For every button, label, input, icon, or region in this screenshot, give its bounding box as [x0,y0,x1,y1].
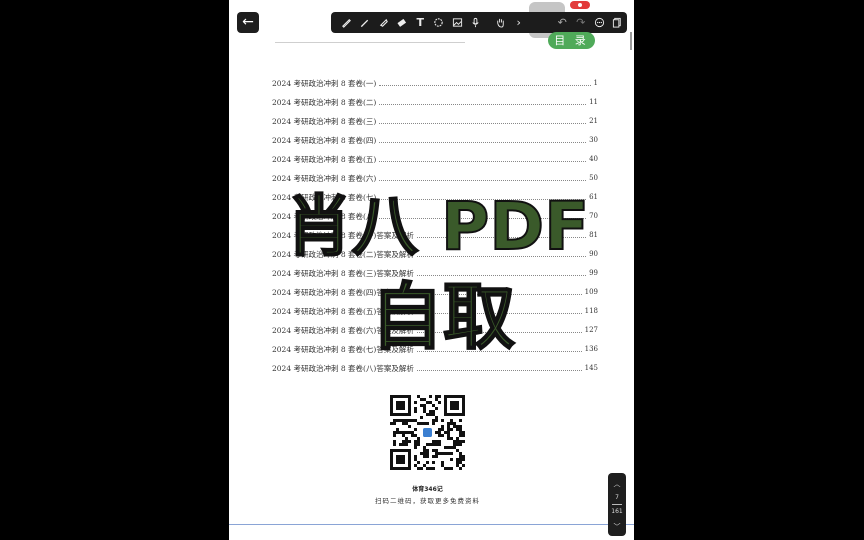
text-icon[interactable]: T [411,13,430,32]
annotation-toolbar: T › ↶ ↷ [331,12,627,33]
pages-icon[interactable] [609,13,628,32]
toc-leader-dots [379,99,587,105]
toc-entry-page: 61 [589,193,598,201]
toc-entry-title: 2024 考研政治冲刺 8 套卷(三) [272,116,377,126]
toc-entry-page: 136 [584,345,598,353]
toc-entry-page: 118 [584,307,598,315]
pen-icon[interactable] [337,13,356,32]
toc-entry-page: 11 [589,98,598,106]
toc-leader-dots [379,175,587,181]
page-bottom-rule [229,524,634,525]
hand-icon[interactable] [491,13,510,32]
watermark-line-1: 肖八 PDF [285,187,590,266]
toc-entry-page: 127 [584,326,598,334]
pencil-icon[interactable] [356,13,375,32]
pdf-viewer: ← T › ↶ ↷ 目 录 2024 考研政治冲刺 8 套卷(一) 1 2024… [0,0,864,540]
toc-entry-page: 30 [589,136,598,144]
toc-entry[interactable]: 2024 考研政治冲刺 8 套卷(一) 1 [272,76,598,90]
redo-icon[interactable]: ↷ [572,13,591,32]
page-down-icon[interactable]: ﹀ [608,522,626,532]
toc-entry-title: 2024 考研政治冲刺 8 套卷(四) [272,135,377,145]
watermark-line-2: 自取 [370,275,516,359]
chevron-right-icon[interactable]: › [510,13,529,32]
toc-entry[interactable]: 2024 考研政治冲刺 8 套卷(四) 30 [272,133,598,147]
toc-entry-page: 21 [589,117,598,125]
record-indicator[interactable] [570,1,590,9]
toc-leader-dots [379,118,587,124]
header-rule [275,42,465,43]
eraser-icon[interactable] [393,13,412,32]
undo-icon[interactable]: ↶ [553,13,572,32]
toc-entry-page: 81 [589,231,598,239]
toc-entry-title: 2024 考研政治冲刺 8 套卷(六) [272,173,377,183]
page-navigator[interactable]: ︿ 7 161 ﹀ [608,473,626,536]
qr-account-name: 体育346记 [412,486,443,493]
toc-entry-page: 1 [593,79,598,87]
qr-caption: 扫码二维码，获取更多免费资料 [375,497,480,505]
toc-entry-page: 145 [584,364,598,372]
scrollbar[interactable] [630,32,632,50]
toc-entry-page: 70 [589,212,598,220]
page-up-icon[interactable]: ︿ [608,479,626,489]
lasso-icon[interactable] [430,13,449,32]
mic-icon[interactable] [467,13,486,32]
back-button[interactable]: ← [237,12,259,33]
image-icon[interactable] [448,13,467,32]
page-separator [612,504,622,505]
toc-entry[interactable]: 2024 考研政治冲刺 8 套卷(二) 11 [272,95,598,109]
toc-entry[interactable]: 2024 考研政治冲刺 8 套卷(六) 50 [272,171,598,185]
toc-tag: 目 录 [548,32,595,49]
arrow-left-icon: ← [242,14,254,30]
toc-leader-dots [379,80,591,86]
toc-entry-page: 109 [584,288,598,296]
toc-entry-title: 2024 考研政治冲刺 8 套卷(五) [272,154,377,164]
toc-entry-page: 90 [589,250,598,258]
more-icon[interactable] [590,13,609,32]
toc-entry-page: 99 [589,269,598,277]
toc-entry-page: 50 [589,174,598,182]
toc-entry-title: 2024 考研政治冲刺 8 套卷(二) [272,97,377,107]
toc-leader-dots [416,365,582,371]
qr-code [390,395,465,470]
current-page: 7 [615,494,619,501]
toc-entry-title: 2024 考研政治冲刺 8 套卷(八)答案及解析 [272,363,414,373]
total-pages: 161 [611,508,623,515]
toc-leader-dots [379,137,587,143]
highlighter-icon[interactable] [374,13,393,32]
toc-entry-title: 2024 考研政治冲刺 8 套卷(一) [272,78,377,88]
toc-leader-dots [379,156,587,162]
toc-entry[interactable]: 2024 考研政治冲刺 8 套卷(八)答案及解析 145 [272,361,598,375]
toc-entry[interactable]: 2024 考研政治冲刺 8 套卷(三) 21 [272,114,598,128]
toc-entry[interactable]: 2024 考研政治冲刺 8 套卷(五) 40 [272,152,598,166]
toc-entry-page: 40 [589,155,598,163]
